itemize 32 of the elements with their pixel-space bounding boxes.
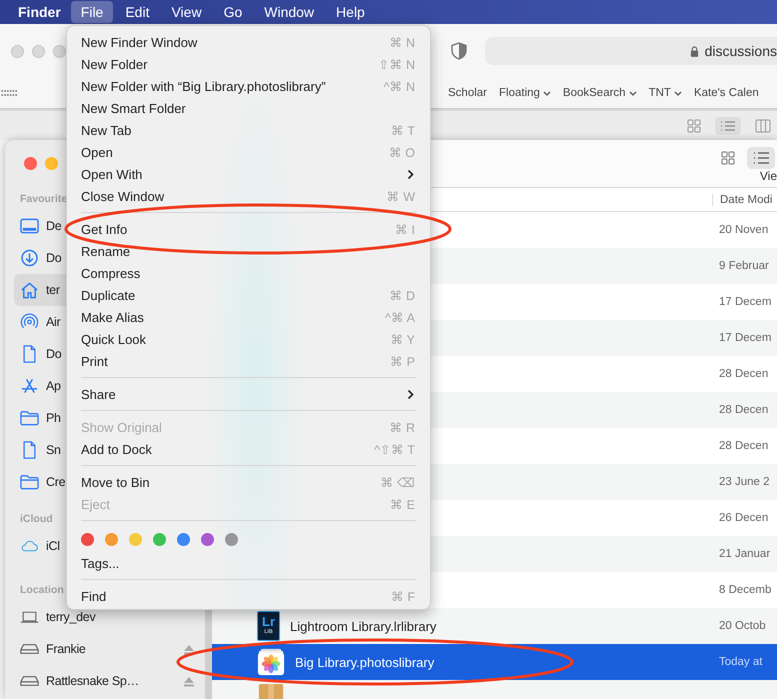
- shortcut-label: ^⇧⌘ T: [374, 442, 415, 456]
- sidebar-heading: Location: [20, 584, 64, 596]
- date-cell-text: 20 Octob: [718, 620, 766, 632]
- date-cell-text: 17 Decem: [718, 332, 772, 344]
- date-cell-text: 20 Noven: [718, 224, 768, 236]
- date-cell-text: 28 Decen: [718, 368, 768, 380]
- shortcut-label: ⌘ D: [390, 288, 415, 302]
- shortcut-label: ^⌘ N: [384, 78, 415, 94]
- shortcut-label: ⇧⌘ N: [378, 56, 415, 72]
- shortcut-label: ⌘ F: [390, 588, 415, 604]
- date-cell-text: 8 Decemb: [718, 584, 772, 596]
- date-cell-text: 26 Decen: [718, 512, 768, 524]
- date-cell-text: 17 Decem: [718, 296, 772, 308]
- shortcut-label: ⌘ T: [391, 122, 415, 138]
- shortcut-label: ⌘ ⌫: [380, 474, 415, 490]
- date-cell-text: 23 June 2: [718, 476, 770, 488]
- sidebar-heading: iCloud: [20, 513, 53, 525]
- shortcut-label: ⌘ I: [395, 222, 415, 236]
- file-name: Lightroom Library.lrlibrary: [290, 618, 436, 634]
- date-cell-text: 28 Decen: [718, 440, 768, 452]
- date-cell-text: 9 Februar: [718, 260, 769, 272]
- shortcut-label: ⌘ N: [390, 34, 415, 50]
- toolbar-label: Vie: [760, 169, 777, 185]
- file-name: Big Library.photoslibrary: [295, 654, 434, 670]
- date-cell-text: Today at: [718, 656, 762, 668]
- shortcut-label: ⌘ Y: [390, 332, 415, 346]
- date-cell-text: 28 Decen: [718, 404, 768, 416]
- shortcut-label: ⌘ O: [388, 144, 415, 160]
- shortcut-label: ⌘ P: [390, 354, 415, 368]
- shortcut-label: ⌘ W: [386, 188, 415, 204]
- sidebar-heading: Favourite: [20, 193, 68, 205]
- date-cell-text: 21 Januar: [718, 548, 770, 560]
